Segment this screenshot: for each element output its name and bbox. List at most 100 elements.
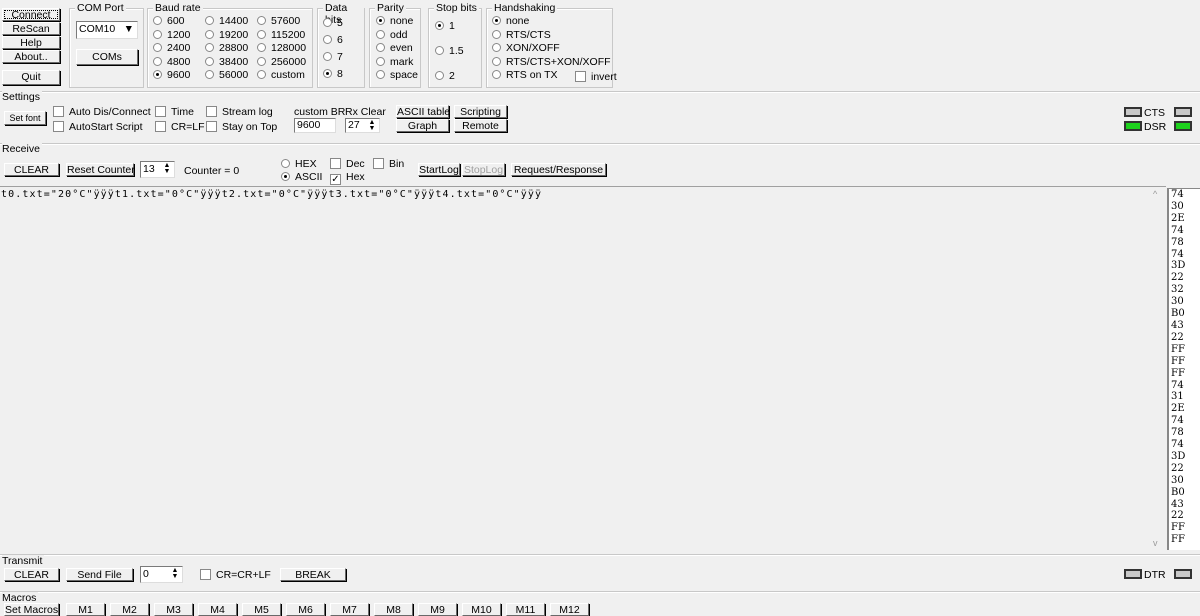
baud-radio-256000[interactable]: 256000 — [257, 56, 306, 68]
macro-button-m12[interactable]: M12 — [550, 603, 589, 616]
vertical-scrollbar[interactable]: ^ v — [1150, 187, 1165, 550]
hex-value: 2E — [1171, 403, 1185, 415]
counter-stepper[interactable]: 13 ▲ ▼ — [140, 161, 175, 178]
parity-radio-none[interactable]: none — [376, 15, 413, 27]
baud-radio-1200[interactable]: 1200 — [153, 29, 190, 41]
macro-button-set-macros[interactable]: Set Macros — [4, 603, 59, 616]
bin-checkbox[interactable]: Bin — [373, 158, 404, 170]
baud-radio-115200[interactable]: 115200 — [257, 29, 305, 41]
hex-checkbox[interactable]: ✓ Hex — [330, 171, 365, 185]
handshaking-radio-xon-xoff[interactable]: XON/XOFF — [492, 42, 560, 54]
stop-bits-radio-1[interactable]: 1 — [435, 20, 455, 32]
data-bits-radio-8[interactable]: 8 — [323, 68, 343, 80]
break-button[interactable]: BREAK — [280, 568, 346, 581]
hex-value: FF — [1171, 534, 1185, 546]
spin-arrows-icon[interactable]: ▲ ▼ — [366, 119, 378, 132]
baud-radio-57600[interactable]: 57600 — [257, 15, 300, 27]
baud-radio-28800[interactable]: 28800 — [205, 42, 248, 54]
rx-clear-stepper[interactable]: 27 ▲ ▼ — [345, 118, 380, 133]
parity-radio-odd[interactable]: odd — [376, 29, 408, 41]
macro-button-m8[interactable]: M8 — [374, 603, 413, 616]
spin-arrows-icon[interactable]: ▲ ▼ — [161, 162, 173, 176]
macro-button-m1[interactable]: M1 — [66, 603, 105, 616]
stream-log-checkbox[interactable]: Stream log — [206, 106, 273, 118]
quit-button[interactable]: Quit — [2, 70, 60, 85]
cr-cr-lf-checkbox[interactable]: CR=CR+LF — [200, 569, 271, 581]
handshaking-radio-rts-cts[interactable]: RTS/CTS — [492, 29, 551, 41]
remote-button[interactable]: Remote — [454, 119, 507, 132]
scroll-up-icon[interactable]: ^ — [1153, 189, 1157, 199]
data-bits-radio-6[interactable]: 6 — [323, 34, 343, 46]
baud-radio-4800[interactable]: 4800 — [153, 56, 190, 68]
baud-rate-label: Baud rate — [153, 2, 203, 14]
help-button[interactable]: Help — [2, 36, 60, 49]
transmit-clear-button[interactable]: CLEAR — [4, 568, 59, 581]
macro-button-m6[interactable]: M6 — [286, 603, 325, 616]
auto-dis-connect-checkbox[interactable]: Auto Dis/Connect — [53, 106, 151, 118]
macro-button-m3[interactable]: M3 — [154, 603, 193, 616]
hex-value: 78 — [1171, 427, 1184, 439]
transmit-label: Transmit — [2, 555, 45, 567]
scripting-button[interactable]: Scripting — [454, 105, 507, 118]
macro-button-m2[interactable]: M2 — [110, 603, 149, 616]
baud-radio-38400[interactable]: 38400 — [205, 56, 248, 68]
hex-value: 74 — [1171, 415, 1184, 427]
macro-button-m7[interactable]: M7 — [330, 603, 369, 616]
custom-br-input[interactable]: 9600 — [294, 118, 336, 133]
stop-bits-radio-2[interactable]: 2 — [435, 70, 455, 82]
stop-bits-radio-1-5[interactable]: 1.5 — [435, 45, 464, 57]
request-response-button[interactable]: Request/Response — [511, 163, 606, 176]
dec-checkbox[interactable]: Dec — [330, 158, 365, 170]
parity-radio-space[interactable]: space — [376, 69, 418, 81]
macro-button-m10[interactable]: M10 — [462, 603, 501, 616]
baud-radio-9600[interactable]: 9600 — [153, 69, 190, 81]
ascii-table-button[interactable]: ASCII table — [396, 105, 450, 118]
baud-radio-128000[interactable]: 128000 — [257, 42, 306, 54]
rescan-button[interactable]: ReScan — [2, 22, 60, 35]
receive-text-area[interactable]: t0.txt="20°C"ÿÿÿt1.txt="0°C"ÿÿÿt2.txt="0… — [0, 186, 1166, 551]
baud-radio-600[interactable]: 600 — [153, 15, 185, 27]
time-checkbox[interactable]: Time — [155, 106, 194, 118]
cr-lf-checkbox[interactable]: CR=LF — [155, 121, 205, 133]
handshaking-radio-none[interactable]: none — [492, 15, 529, 27]
macro-button-m4[interactable]: M4 — [198, 603, 237, 616]
connect-button[interactable]: Connect — [2, 8, 60, 21]
coms-button[interactable]: COMs — [76, 49, 138, 65]
about-button[interactable]: About.. — [2, 50, 60, 63]
macro-button-m5[interactable]: M5 — [242, 603, 281, 616]
parity-radio-mark[interactable]: mark — [376, 56, 413, 68]
handshaking-radio-rts-on-tx[interactable]: RTS on TX — [492, 69, 558, 81]
led-off-icon — [1174, 107, 1192, 117]
parity-group: Parity none odd even mark space — [369, 2, 421, 88]
send-file-button[interactable]: Send File — [66, 568, 133, 581]
scroll-down-icon[interactable]: v — [1153, 538, 1158, 548]
data-bits-radio-7[interactable]: 7 — [323, 51, 343, 63]
handshaking-radio-rts-cts-xon-xoff[interactable]: RTS/CTS+XON/XOFF — [492, 56, 611, 68]
macro-button-m9[interactable]: M9 — [418, 603, 457, 616]
transmit-stepper[interactable]: 0 ▲ ▼ — [140, 566, 183, 583]
spin-arrows-icon[interactable]: ▲ ▼ — [169, 567, 181, 581]
invert-checkbox[interactable]: invert — [575, 71, 617, 83]
stay-on-top-checkbox[interactable]: Stay on Top — [206, 121, 277, 133]
ascii-radio[interactable]: ASCII — [281, 171, 322, 183]
baud-radio-2400[interactable]: 2400 — [153, 42, 190, 54]
baud-radio-14400[interactable]: 14400 — [205, 15, 248, 27]
cd-led — [1174, 107, 1194, 119]
baud-radio-56000[interactable]: 56000 — [205, 69, 248, 81]
baud-radio-custom[interactable]: custom — [257, 69, 305, 81]
data-bits-radio-5[interactable]: 5 — [323, 17, 343, 29]
hex-radio[interactable]: HEX — [281, 158, 317, 170]
autostart-script-checkbox[interactable]: AutoStart Script — [53, 121, 143, 133]
set-font-button[interactable]: Set font — [4, 111, 46, 125]
reset-counter-button[interactable]: Reset Counter — [66, 163, 135, 176]
baud-rate-group: Baud rate 600 1200 2400 4800 9600 14400 19200 2… — [147, 2, 313, 88]
baud-radio-19200[interactable]: 19200 — [205, 29, 248, 41]
parity-radio-even[interactable]: even — [376, 42, 413, 54]
led-off-icon — [1174, 569, 1192, 579]
graph-button[interactable]: Graph — [396, 119, 449, 132]
macro-button-m11[interactable]: M11 — [506, 603, 545, 616]
com-port-select[interactable]: COM10 ▼ — [76, 21, 138, 39]
receive-clear-button[interactable]: CLEAR — [4, 163, 59, 176]
startlog-button[interactable]: StartLog — [418, 163, 460, 176]
hex-value: 74 — [1171, 224, 1184, 236]
